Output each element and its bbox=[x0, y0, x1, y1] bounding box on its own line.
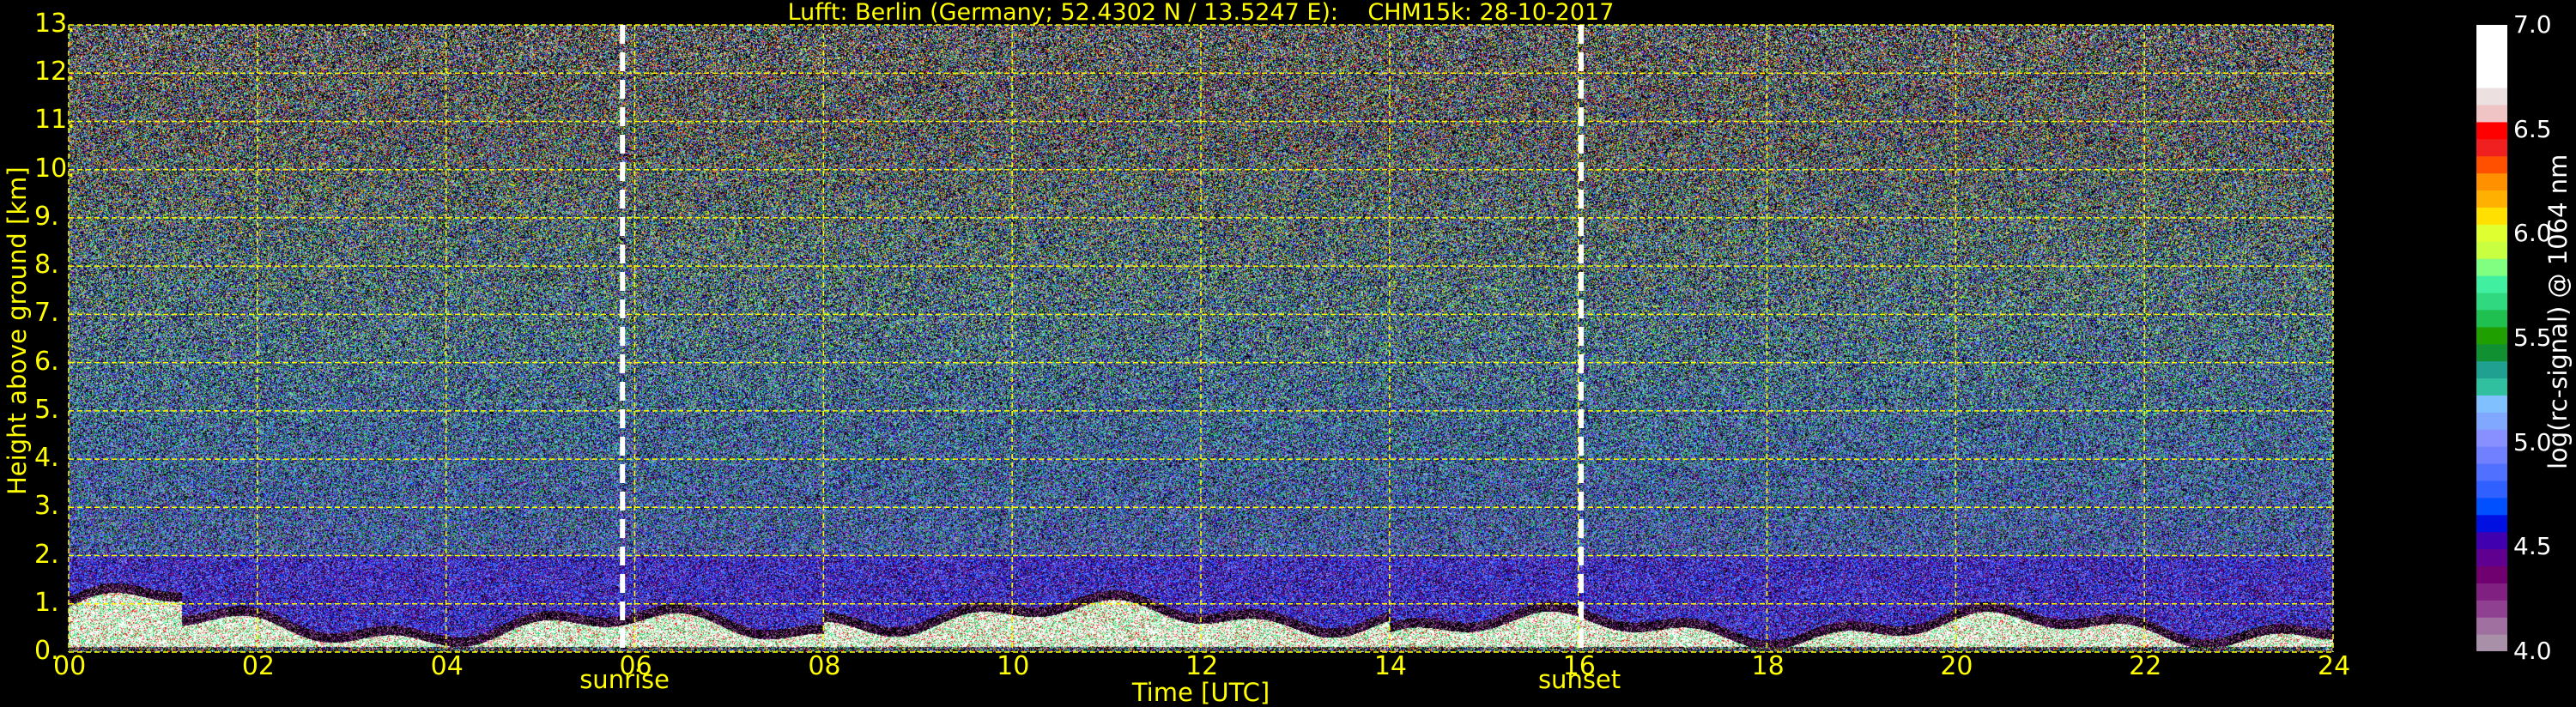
x-tick-label: 12 bbox=[1185, 651, 1219, 681]
colorbar-swatch bbox=[2476, 275, 2507, 293]
colorbar-swatch bbox=[2476, 292, 2507, 311]
y-tick-label: 10. bbox=[34, 153, 76, 184]
colorbar-swatch bbox=[2476, 104, 2507, 123]
colorbar-swatch bbox=[2476, 600, 2507, 618]
x-axis-label: Time [UTC] bbox=[1131, 678, 1270, 707]
x-tick-label: 10 bbox=[997, 651, 1030, 681]
chart-title: Lufft: Berlin (Germany; 52.4302 N / 13.5… bbox=[787, 0, 1615, 26]
colorbar-swatch bbox=[2476, 583, 2507, 601]
colorbar-swatch bbox=[2476, 497, 2507, 516]
x-tick-label: 04 bbox=[430, 651, 464, 681]
colorbar-swatch bbox=[2476, 172, 2507, 191]
colorbar-swatch bbox=[2476, 88, 2507, 106]
colorbar-swatch bbox=[2476, 463, 2507, 481]
x-tick-label: 22 bbox=[2129, 651, 2162, 681]
colorbar-swatch bbox=[2476, 258, 2507, 276]
plot-overlay bbox=[68, 24, 2334, 653]
y-tick-label: 13. bbox=[34, 9, 76, 39]
y-axis-label: Height above ground [km] bbox=[3, 166, 32, 495]
y-tick-label: 8. bbox=[34, 250, 59, 281]
colorbar-swatch bbox=[2476, 121, 2507, 140]
colorbar-swatch bbox=[2476, 241, 2507, 259]
y-tick-label: 3. bbox=[34, 491, 59, 522]
colorbar-swatch bbox=[2476, 634, 2507, 651]
colorbar-swatch bbox=[2476, 207, 2507, 225]
y-tick-label: 7. bbox=[34, 298, 59, 329]
colorbar-swatch bbox=[2476, 378, 2507, 396]
colorbar-tick-label: 6.5 bbox=[2513, 114, 2552, 143]
y-tick-label: 11. bbox=[34, 105, 76, 136]
y-tick-label: 1. bbox=[34, 587, 59, 618]
colorbar-swatch bbox=[2476, 565, 2507, 583]
x-tick-label: 14 bbox=[1373, 651, 1408, 681]
colorbar-tick-label: 4.5 bbox=[2513, 532, 2552, 561]
y-tick-label: 5. bbox=[34, 394, 59, 425]
colorbar-swatch bbox=[2476, 343, 2507, 362]
sunrise-label: sunrise bbox=[579, 665, 670, 694]
x-tick-label: 08 bbox=[808, 651, 841, 681]
colorbar-swatch bbox=[2476, 138, 2507, 157]
colorbar-tick-label: 7.0 bbox=[2513, 10, 2552, 39]
y-tick-label: 2. bbox=[34, 539, 59, 570]
colorbar-swatch bbox=[2476, 446, 2507, 464]
colorbar-swatch bbox=[2476, 412, 2507, 430]
colorbar-swatch bbox=[2476, 548, 2507, 567]
x-tick-label: 02 bbox=[241, 651, 276, 681]
colorbar-swatch bbox=[2476, 25, 2507, 88]
y-tick-label: 12. bbox=[34, 57, 76, 88]
colorbar-swatch bbox=[2476, 155, 2507, 174]
colorbar bbox=[2476, 25, 2507, 651]
colorbar-swatch bbox=[2476, 224, 2507, 242]
colorbar-swatch bbox=[2476, 514, 2507, 533]
colorbar-swatch bbox=[2476, 326, 2507, 345]
colorbar-swatch bbox=[2476, 617, 2507, 635]
y-tick-label: 4. bbox=[34, 443, 59, 474]
x-tick-label: 20 bbox=[1940, 651, 1973, 681]
y-tick-label: 9. bbox=[34, 201, 59, 232]
colorbar-swatch bbox=[2476, 429, 2507, 447]
x-tick-label: 24 bbox=[2318, 651, 2351, 681]
colorbar-tick-label: 4.0 bbox=[2513, 637, 2552, 665]
x-tick-label: 00 bbox=[53, 651, 87, 681]
colorbar-swatch bbox=[2476, 360, 2507, 379]
colorbar-swatch bbox=[2476, 395, 2507, 413]
sunset-label: sunset bbox=[1537, 665, 1621, 694]
colorbar-swatch bbox=[2476, 480, 2507, 499]
colorbar-swatch bbox=[2476, 309, 2507, 328]
colorbar-swatch bbox=[2476, 531, 2507, 550]
y-tick-label: 6. bbox=[34, 346, 59, 377]
colorbar-swatch bbox=[2476, 190, 2507, 208]
colorbar-label: log(rc-signal) @ 1064 nm bbox=[2543, 154, 2573, 469]
x-tick-label: 18 bbox=[1751, 651, 1785, 681]
